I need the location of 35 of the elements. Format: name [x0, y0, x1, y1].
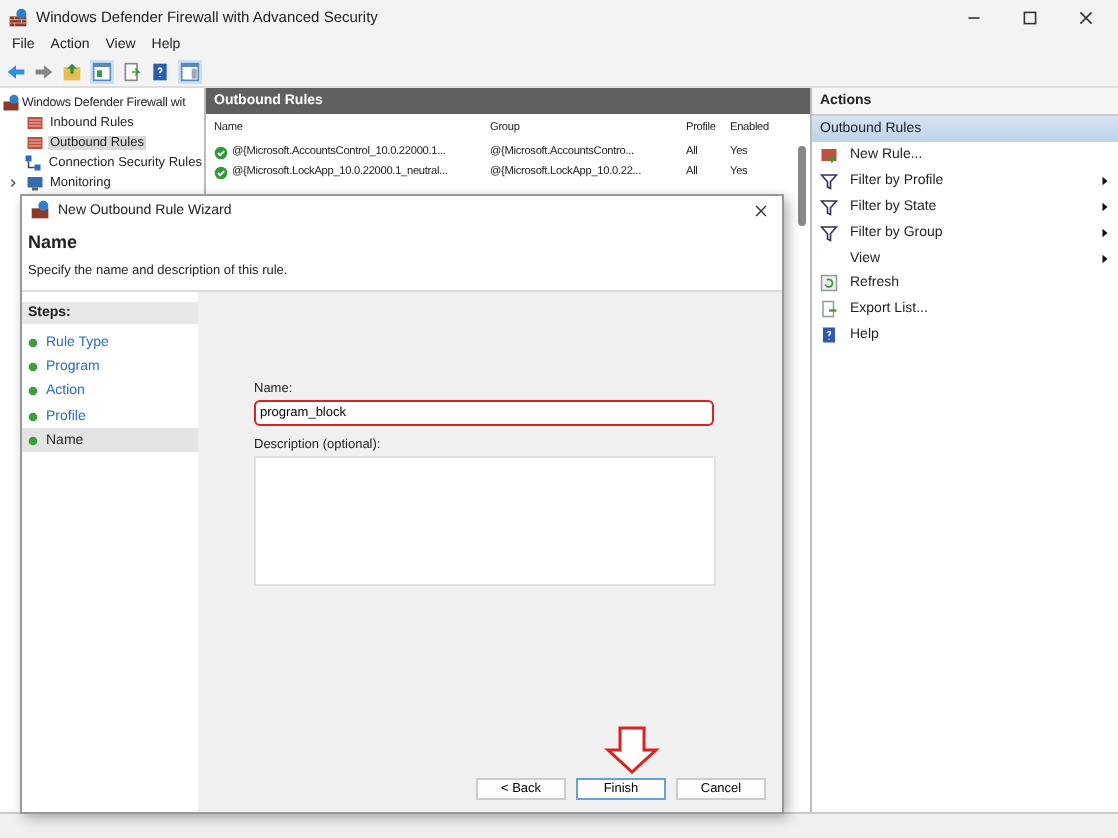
console-tree-icon[interactable] — [90, 59, 114, 83]
maximize-button[interactable] — [1022, 9, 1038, 25]
help-icon[interactable] — [150, 61, 170, 81]
monitor-icon — [26, 173, 44, 191]
enabled-check-icon — [214, 145, 228, 159]
rules-icon — [26, 133, 44, 151]
submenu-arrow-icon — [1100, 227, 1110, 238]
help-icon — [820, 326, 838, 345]
close-button[interactable] — [1078, 9, 1094, 25]
submenu-arrow-icon — [1100, 253, 1110, 263]
step-dot-icon — [28, 411, 38, 422]
export-icon — [820, 300, 838, 319]
step-dot-icon — [28, 435, 38, 446]
step-dot-icon — [28, 386, 38, 397]
enabled-check-icon — [214, 165, 228, 179]
description-field[interactable] — [254, 456, 716, 586]
submenu-arrow-icon — [1100, 175, 1110, 186]
firewall-icon — [2, 93, 20, 111]
down-arrow-icon — [604, 726, 660, 774]
firewall-icon — [8, 7, 28, 27]
submenu-arrow-icon — [1100, 201, 1110, 212]
rules-icon — [26, 113, 44, 131]
firewall-icon — [30, 200, 50, 220]
forward-arrow-icon[interactable] — [34, 61, 54, 81]
refresh-icon — [820, 274, 838, 293]
connection-icon — [24, 153, 43, 171]
back-arrow-icon[interactable] — [6, 61, 26, 81]
step-dot-icon — [28, 361, 38, 372]
scrollbar[interactable] — [798, 146, 806, 226]
page-heading: Name — [28, 232, 80, 252]
step-dot-icon — [28, 337, 38, 348]
folder-up-icon[interactable] — [62, 61, 82, 81]
close-button[interactable] — [754, 203, 768, 217]
export-icon[interactable] — [122, 61, 142, 81]
action-pane-icon[interactable] — [178, 59, 202, 83]
